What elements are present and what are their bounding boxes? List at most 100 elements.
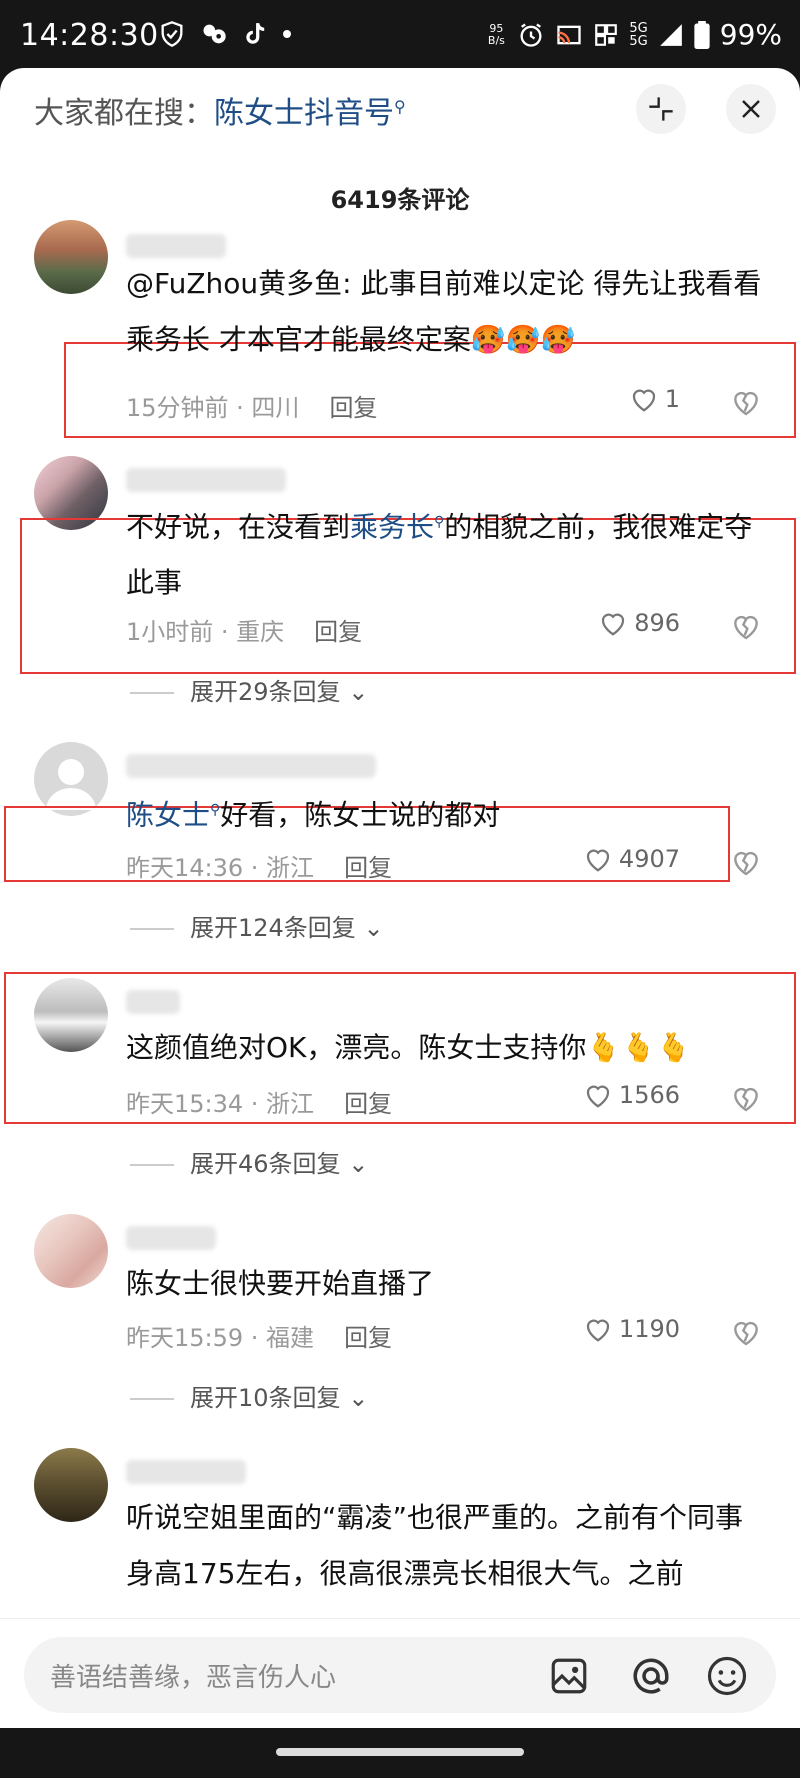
status-bar: 14:28:30 95 B/s 5G 5G 99% — [0, 0, 800, 68]
comment-meta: 15分钟前 · 四川 回复 — [126, 388, 377, 423]
expand-label: 展开10条回复 — [190, 1384, 341, 1412]
image-icon[interactable] — [548, 1655, 590, 1697]
comment-meta: 昨天14:36 · 浙江 回复 — [126, 848, 392, 883]
search-icon: ⚲ — [210, 802, 221, 818]
shield-check-icon — [161, 21, 183, 47]
expand-replies[interactable]: 展开10条回复 ⌄ — [130, 1378, 368, 1413]
divider — [130, 1164, 174, 1166]
cast-icon — [557, 25, 582, 44]
comment-body: 这颜值绝对OK，漂亮。陈女士支持你 — [126, 1031, 587, 1064]
nfc-icon — [595, 23, 618, 46]
keyword-link[interactable]: 乘务长 — [350, 510, 434, 543]
broken-heart-icon[interactable] — [730, 1316, 762, 1348]
battery-level: 99% — [719, 18, 782, 51]
like-count: 1566 — [618, 1081, 680, 1109]
comment-body: 不好说，在没看到 — [126, 510, 351, 544]
keyword-link[interactable]: 陈女士 — [126, 798, 210, 831]
comment-input-bar: 善语结善缘，恶言伤人心 — [0, 1618, 800, 1728]
at-mention-icon[interactable] — [630, 1655, 672, 1697]
expand-replies[interactable]: 展开29条回复 ⌄ — [130, 672, 368, 707]
close-button[interactable] — [726, 84, 776, 134]
reply-button[interactable]: 回复 — [344, 1090, 392, 1118]
comment-body: 陈女士很快要开始直播了 — [126, 1267, 435, 1300]
like-button[interactable]: 1 — [629, 384, 680, 414]
search-term-link[interactable]: 陈女士抖音号 — [214, 96, 394, 131]
reply-button[interactable]: 回复 — [344, 1324, 392, 1352]
comment-text: 这颜值绝对OK，漂亮。陈女士支持你🫰🫰🫰 — [126, 1020, 768, 1076]
search-icon: ⚲ — [434, 514, 445, 530]
like-count: 896 — [634, 609, 680, 637]
net-speed-unit: B/s — [487, 33, 505, 47]
comment-text: 陈女士⚲好看，陈女士说的都对 — [126, 782, 768, 843]
default-avatar-icon — [46, 759, 96, 810]
heart-icon — [602, 613, 625, 636]
broken-heart-icon[interactable] — [730, 386, 762, 418]
battery-icon — [694, 20, 710, 49]
signal-type-line-2: 5G — [629, 33, 648, 49]
like-button[interactable]: 896 — [598, 608, 680, 638]
like-count: 1 — [664, 385, 680, 413]
comment-text: 听说空姐里面的“霸凌”也很严重的。之前有个同事身高175左右，很高很漂亮长相很大… — [126, 1490, 768, 1602]
status-time: 14:28:30 — [20, 18, 159, 53]
broken-heart-icon[interactable] — [730, 1082, 762, 1114]
broken-heart-icon[interactable] — [730, 846, 762, 878]
username-blurred[interactable] — [126, 1460, 246, 1484]
search-suggestion[interactable]: 大家都在搜：陈女士抖音号⚲ — [34, 88, 406, 132]
emoji-icon[interactable] — [706, 1655, 748, 1697]
dot-icon — [283, 30, 291, 38]
signal-type: 5G 5G — [629, 22, 647, 48]
search-prefix: 大家都在搜： — [34, 96, 214, 131]
app-bubble-icon — [203, 24, 226, 44]
comment-count: 6419条评论 — [330, 186, 470, 214]
like-count: 4907 — [618, 845, 680, 873]
net-speed: 95 B/s — [485, 21, 507, 47]
like-button[interactable]: 1190 — [583, 1314, 680, 1344]
comment-text: 陈女士很快要开始直播了 — [126, 1256, 768, 1312]
divider — [130, 928, 174, 930]
comment-body: 好看，陈女士说的都对 — [220, 798, 501, 832]
reply-button[interactable]: 回复 — [344, 854, 392, 882]
like-button[interactable]: 1566 — [583, 1080, 680, 1110]
emoji: 🫰🫰🫰 — [586, 1031, 691, 1064]
shrink-icon — [649, 97, 673, 121]
comment-body: 听说空姐里面的“霸凌”也很严重的。之前有个同事身高175左右，很高很漂亮长相很大… — [126, 1501, 744, 1590]
home-gesture-handle[interactable] — [276, 1748, 524, 1756]
username-blurred[interactable] — [126, 234, 226, 258]
avatar[interactable] — [34, 742, 108, 816]
broken-heart-icon[interactable] — [730, 610, 762, 642]
chevron-down-icon: ⌄ — [348, 1384, 369, 1412]
username-blurred[interactable] — [126, 1226, 216, 1250]
net-speed-value: 95 — [489, 21, 504, 35]
heart-icon — [586, 1085, 610, 1108]
time-location: 15分钟前 · 四川 — [126, 394, 300, 422]
like-count: 1190 — [618, 1315, 680, 1343]
navigation-bar — [0, 1728, 800, 1778]
username-blurred[interactable] — [126, 468, 286, 492]
avatar[interactable] — [34, 1448, 108, 1522]
chevron-down-icon: ⌄ — [348, 1150, 369, 1178]
signal-icon — [659, 23, 682, 46]
time-location: 昨天14:36 · 浙江 — [126, 854, 315, 882]
reply-button[interactable]: 回复 — [314, 618, 362, 646]
comment-body: @FuZhou黄多鱼: 此事目前难以定论 得先让我看看乘务长 才本官才能最终定案 — [126, 267, 762, 356]
reply-button[interactable]: 回复 — [329, 394, 377, 422]
chevron-down-icon: ⌄ — [363, 914, 384, 942]
expand-label: 展开124条回复 — [190, 914, 356, 942]
like-button[interactable]: 4907 — [583, 844, 680, 874]
avatar[interactable] — [34, 220, 108, 294]
comment-meta: 昨天15:34 · 浙江 回复 — [126, 1084, 392, 1119]
username-blurred[interactable] — [126, 754, 376, 778]
heart-icon — [632, 389, 655, 412]
minimize-button[interactable] — [636, 84, 686, 134]
comment-input[interactable]: 善语结善缘，恶言伤人心 — [24, 1637, 776, 1713]
alarm-icon — [520, 23, 542, 47]
input-placeholder: 善语结善缘，恶言伤人心 — [50, 1663, 337, 1693]
divider — [130, 692, 174, 694]
heart-icon — [586, 1319, 610, 1342]
expand-replies[interactable]: 展开124条回复 ⌄ — [130, 908, 384, 943]
notification-icons — [158, 20, 292, 48]
expand-label: 展开29条回复 — [190, 678, 341, 706]
avatar[interactable] — [34, 1214, 108, 1288]
expand-replies[interactable]: 展开46条回复 ⌄ — [130, 1144, 368, 1179]
comment-meta: 昨天15:59 · 福建 回复 — [126, 1318, 392, 1353]
